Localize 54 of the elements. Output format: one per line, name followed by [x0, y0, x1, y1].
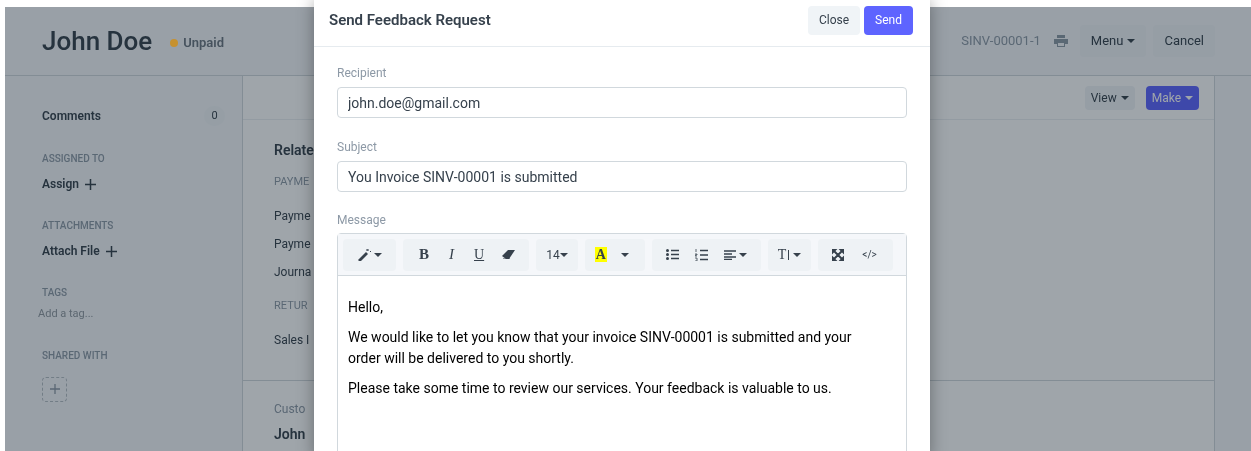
related-link[interactable]: Payme: [274, 236, 311, 252]
align-left-icon: [723, 249, 736, 260]
group-heading: PAYME: [274, 175, 310, 189]
group-heading: RETUR: [274, 299, 308, 313]
field-label: Message: [337, 213, 387, 227]
paragraph: Please take some time to review our services. Your feedback is valuable to us.: [348, 379, 833, 398]
caret-icon: [1127, 39, 1136, 43]
numbered-list-icon: [694, 248, 708, 261]
caret-icon: [1185, 95, 1193, 100]
document-id: SINV-00001-1: [961, 32, 1041, 51]
italic-button[interactable]: I: [441, 238, 462, 271]
field-label: Subject: [337, 140, 378, 154]
section-heading: SHARED WITH: [42, 348, 109, 363]
view-button[interactable]: View: [1084, 85, 1135, 110]
field-label: Custo: [274, 401, 306, 418]
magic-wand-icon: [357, 248, 371, 261]
printer-icon: [1053, 35, 1068, 47]
rich-text-editor[interactable]: [337, 233, 907, 451]
field-value: John: [274, 425, 306, 444]
field-label: Recipient: [337, 66, 388, 80]
caret-icon: [374, 252, 382, 257]
make-button[interactable]: Make: [1145, 85, 1199, 110]
section-heading: ATTACHMENTS: [42, 219, 115, 233]
dialog-title: Send Feedback Request: [329, 9, 491, 31]
sidebar-link[interactable]: Assign: [42, 175, 96, 193]
input-field[interactable]: You Invoice SINV-00001 is submitted: [337, 161, 907, 192]
comments-label: Comments: [42, 108, 101, 125]
related-link[interactable]: Journa: [274, 264, 312, 280]
bullet-list-icon: [665, 249, 679, 260]
underline-button[interactable]: U: [466, 238, 493, 271]
paragraph: Hello,: [348, 298, 384, 317]
fullscreen-icon: [832, 248, 845, 261]
bold-button[interactable]: B: [411, 238, 437, 271]
caret-icon: [620, 252, 629, 257]
paragraph: We would like to let you know that your invoice SINV-00001 is submitted and your order will be delivered to you shortly.: [348, 328, 853, 368]
section-title: Relate: [274, 141, 314, 159]
close-button[interactable]: Close: [807, 5, 861, 35]
plus-icon: [105, 245, 117, 257]
sidebar-link[interactable]: Attach File: [42, 242, 117, 260]
section-heading: TAGS: [42, 286, 69, 300]
related-link[interactable]: Sales I: [274, 332, 310, 348]
eraser-icon: [502, 250, 516, 259]
plus-icon: [49, 384, 60, 394]
plus-icon: [85, 178, 96, 190]
caret-icon: [793, 252, 802, 257]
section-heading: ASSIGNED TO: [42, 152, 106, 166]
page-title: John Doe: [42, 24, 153, 58]
related-link[interactable]: Payme: [274, 208, 311, 224]
send-button[interactable]: Send: [864, 5, 913, 35]
caret-icon: [1120, 95, 1129, 100]
caret-icon: [738, 252, 747, 257]
status-label: Unpaid: [183, 34, 225, 53]
caret-icon: [559, 252, 568, 257]
input-field[interactable]: john.doe@gmail.com: [337, 87, 907, 118]
